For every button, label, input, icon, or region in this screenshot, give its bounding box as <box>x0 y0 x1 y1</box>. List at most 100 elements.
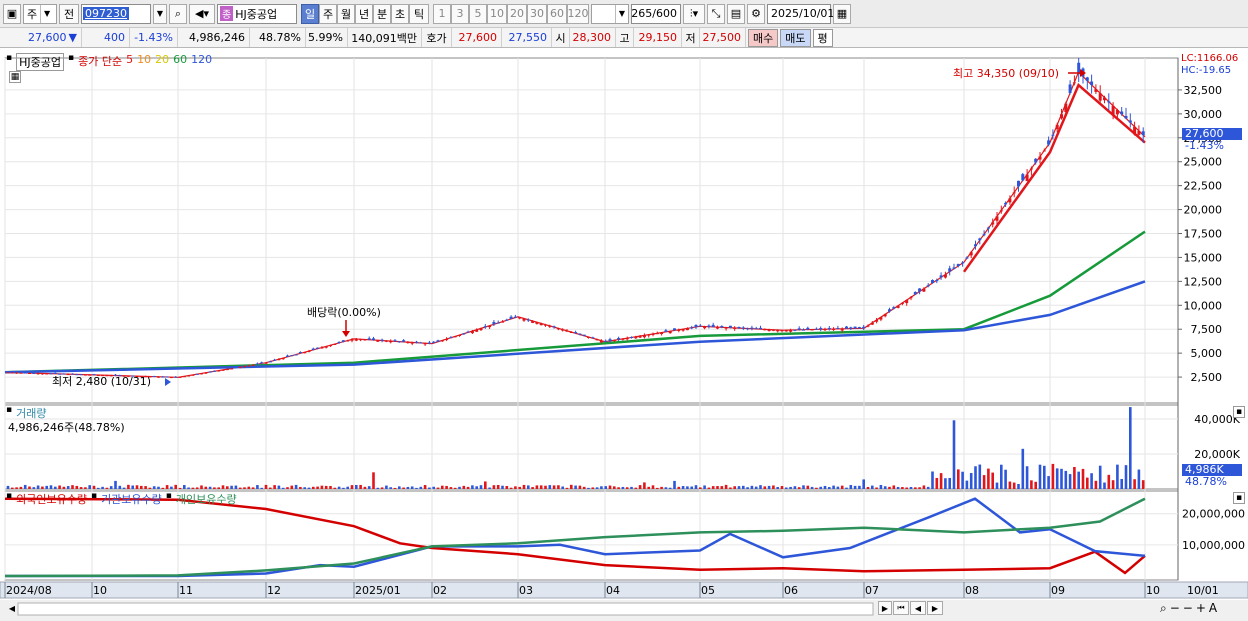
date-field[interactable]: 2025/10/01 <box>767 3 834 24</box>
low-price: 27,500 <box>700 28 746 47</box>
candle-body <box>819 328 823 330</box>
ma-legend-60[interactable]: 60 <box>173 53 187 71</box>
y-tick-label: 2,500 <box>1191 371 1223 384</box>
period-tab[interactable]: 일 <box>301 3 319 24</box>
close-panel-icon[interactable]: ▪ <box>1233 406 1245 418</box>
zoom-out-alt-icon[interactable]: − <box>1183 601 1193 616</box>
volume-bar <box>174 484 177 489</box>
last-rate-tag: -1.43% <box>1185 139 1224 152</box>
candle-body <box>832 328 836 330</box>
gear-icon[interactable]: ⚙ <box>747 3 765 24</box>
candle-body <box>1025 174 1029 182</box>
candle-type-icon[interactable]: ⫶▾ <box>683 3 705 24</box>
code-input[interactable]: 097230 <box>81 3 151 24</box>
buy-button[interactable]: 매수 <box>748 28 779 47</box>
prev-page-icon[interactable]: ◀ <box>910 601 926 615</box>
window-icon[interactable]: ▣ <box>3 3 21 24</box>
volume-bar <box>92 485 96 489</box>
volume-bar <box>436 487 440 489</box>
volume-bar <box>802 485 805 489</box>
period-tab[interactable]: 초 <box>391 3 409 24</box>
volume-bar <box>570 484 573 489</box>
stock-name-field[interactable]: 종 HJ중공업 <box>217 3 297 24</box>
candle-body <box>281 358 285 360</box>
drawing-tool-icon[interactable]: ⤡ <box>707 3 725 24</box>
candle-body <box>724 327 728 329</box>
period-tab[interactable]: 년 <box>355 3 373 24</box>
volume-bar <box>982 475 986 489</box>
interval-button[interactable]: 1 <box>433 3 451 24</box>
foreign-holding-legend[interactable]: 외국인보유수량 <box>16 491 87 507</box>
volume-bar <box>200 485 203 489</box>
next-page-icon[interactable]: ▶ <box>927 601 943 615</box>
candle-body <box>991 222 995 225</box>
volume-bar <box>1077 471 1080 489</box>
volume-bar <box>367 486 371 489</box>
period-tab[interactable]: 분 <box>373 3 391 24</box>
save-icon[interactable]: ▤ <box>727 3 745 24</box>
candle-body <box>797 328 801 330</box>
scroll-left-icon[interactable]: ◀ <box>6 602 18 614</box>
interval-button[interactable]: 20 <box>507 3 527 24</box>
candle-body <box>974 244 977 247</box>
interval-button[interactable]: 3 <box>451 3 469 24</box>
ma-legend-120[interactable]: 120 <box>191 53 212 71</box>
candle-body <box>883 314 887 317</box>
ticker-label[interactable]: HJ중공업 <box>16 53 64 71</box>
volume-bar <box>135 485 139 489</box>
market-select[interactable]: 주 ▼ <box>23 3 57 24</box>
ma-legend-5[interactable]: 5 <box>126 53 133 71</box>
chevron-down-icon[interactable]: ▼ <box>153 3 167 24</box>
zoom-in-icon[interactable]: + <box>1196 601 1206 616</box>
count-field[interactable]: 265 /600 <box>631 3 681 24</box>
candle-body <box>307 351 311 353</box>
close-panel-icon[interactable]: ▪ <box>1233 492 1245 504</box>
interval-button[interactable]: 60 <box>547 3 567 24</box>
interval-select[interactable]: ▼ <box>591 3 629 24</box>
period-tab[interactable]: 월 <box>337 3 355 24</box>
ma-legend-10[interactable]: 10 <box>137 53 151 71</box>
calendar-icon[interactable]: ▦ <box>833 3 851 24</box>
auto-scale-icon[interactable]: A <box>1209 601 1217 616</box>
interval-button[interactable]: 5 <box>469 3 487 24</box>
candle-body <box>350 339 354 341</box>
period-tab[interactable]: 주 <box>319 3 337 24</box>
interval-button[interactable]: 30 <box>527 3 547 24</box>
volume-bar <box>643 482 646 489</box>
volume-bar <box>514 486 517 489</box>
interval-button[interactable]: 120 <box>567 3 589 24</box>
ma-legend-20[interactable]: 20 <box>155 53 169 71</box>
eval-button[interactable]: 평 <box>812 28 833 47</box>
ma-legend-type[interactable]: 종가 단순 <box>78 53 122 71</box>
candle-body <box>900 302 904 304</box>
retail-holding-legend[interactable]: 개인보유수량 <box>176 491 237 507</box>
volume-bar <box>952 420 956 489</box>
chart-area[interactable]: 2024/08 10 11 12 2025/01 02 03 04 05 06 07 08 09 10 10… <box>0 48 1248 621</box>
volume-bar <box>402 487 405 489</box>
crosshair-icon[interactable]: ▦ <box>9 71 21 83</box>
volume-last-rate: 48.78% <box>1185 475 1227 488</box>
chart-canvas[interactable]: 2024/08 10 11 12 2025/01 02 03 04 05 06 07 08 09 10 10… <box>0 48 1248 621</box>
zoom-icon[interactable]: ⌕ <box>1160 601 1167 616</box>
volume-bar <box>853 485 857 489</box>
y-tick-label: 20,000,000 <box>1182 508 1245 521</box>
sell-button[interactable]: 매도 <box>780 28 811 47</box>
prefix-button[interactable]: 전 <box>59 3 79 24</box>
volume-bar <box>729 487 732 489</box>
y-tick-label: 25,000 <box>1184 156 1223 169</box>
zoom-out-icon[interactable]: − <box>1170 601 1180 616</box>
candle-body <box>612 340 616 342</box>
search-icon[interactable]: ⌕ <box>169 3 187 24</box>
institution-holding-legend[interactable]: 기관보유수량 <box>101 491 162 507</box>
scroll-right-icon[interactable]: ▶ <box>878 601 892 615</box>
candle-body <box>823 329 827 331</box>
first-page-icon[interactable]: ⏮ <box>893 601 909 615</box>
interval-button[interactable]: 10 <box>487 3 507 24</box>
candle-body <box>225 369 229 371</box>
period-tab[interactable]: 틱 <box>409 3 429 24</box>
volume-bar <box>49 485 53 489</box>
speaker-icon[interactable]: ◀▾ <box>189 3 215 24</box>
volume-bar <box>127 484 130 489</box>
candle-body <box>582 334 586 336</box>
amount-value: 140,091백만 <box>348 28 422 47</box>
